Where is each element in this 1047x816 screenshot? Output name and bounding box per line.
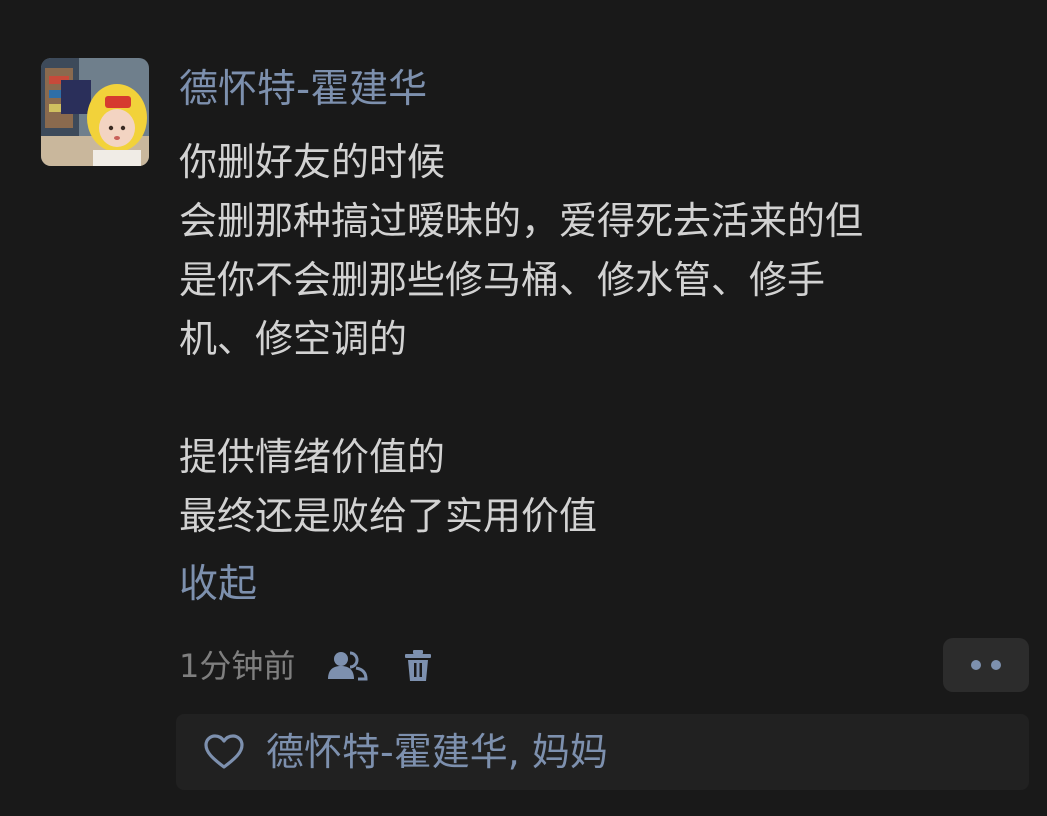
post-line: 是你不会删那些修马桶、修水管、修手	[179, 258, 826, 302]
trash-icon[interactable]	[403, 648, 433, 684]
friends-visibility-icon	[325, 648, 369, 684]
post-text: 你删好友的时候 会删那种搞过暧昧的，爱得死去活来的但 是你不会删那些修马桶、修水…	[179, 133, 1019, 546]
likes-panel: 德怀特-霍建华, 妈妈	[176, 714, 1029, 790]
more-dots-icon	[971, 660, 1001, 670]
post-line: 机、修空调的	[179, 317, 408, 361]
likes-list: 德怀特-霍建华, 妈妈	[266, 724, 608, 780]
liker-name[interactable]: 妈妈	[532, 730, 608, 774]
post-line: 会删那种搞过暧昧的，爱得死去活来的但	[179, 199, 864, 243]
heart-outline-icon	[202, 732, 246, 772]
post-line-blank	[179, 369, 1019, 428]
avatar[interactable]	[41, 58, 149, 166]
liker-name[interactable]: 德怀特-霍建华	[266, 730, 508, 774]
collapse-link[interactable]: 收起	[179, 557, 257, 613]
more-actions-button[interactable]	[943, 638, 1029, 692]
post-line: 你删好友的时候	[179, 140, 446, 184]
timestamp: 1分钟前	[179, 647, 296, 685]
author-name[interactable]: 德怀特-霍建华	[179, 62, 427, 118]
liker-separator: ,	[507, 730, 532, 774]
post-line: 提供情绪价值的	[179, 435, 446, 479]
post-line: 最终还是败给了实用价值	[179, 494, 598, 538]
post-meta-row: 1分钟前	[179, 640, 433, 692]
